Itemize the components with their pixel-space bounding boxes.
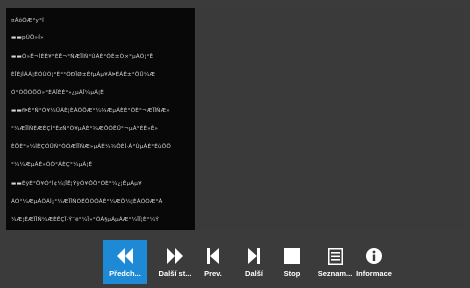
text-preview-panel[interactable]: ¤ÃôÕÆ°y°Í ▬▬pÚÖ»Í» ▬▬Õ»Ê¬ÌÈÈ¥°ÈÊ¬°ÑÆÏÌÑ°… [6, 8, 195, 230]
text-line: °¼ÆÏÎÑÈÆÉÇÌ°ÈzÑ°Ó¥µÁÈ°¾ÆÖÕÊÜ°¬µÁ°ÉÈ»È» [11, 126, 159, 132]
previous-chapter-button[interactable]: Předch... [103, 240, 147, 284]
text-line: ▬▬Õ»Ê¬ÌÈÈ¥°ÈÊ¬°ÑÆÏÌÑ°ÙÁÈ°ÕÈ±Ò×°µÁÕ¦°Ê [11, 54, 154, 60]
text-line: ¤ÃôÕÆ°y°Í [11, 18, 44, 24]
information-button[interactable]: Informace [352, 240, 396, 284]
content-area [196, 8, 464, 230]
app-window: ¤ÃôÕÆ°y°Í ▬▬pÚÖ»Í» ▬▬Õ»Ê¬ÌÈÈ¥°ÈÊ¬°ÑÆÏÌÑ°… [0, 0, 470, 288]
text-line: ÈÎÈjÌÁÁ¦ÈÓÙÕ¦°È°°ÕÐÏØ±ÈfµÁµ¥ÁÞÈÁÈ±°ÔÜ¼Æ [11, 72, 156, 78]
rewind-icon [115, 246, 135, 266]
text-line: ÈÖÈ°»¼ÌÈÇÓÜÑ°ÓÓÆÏÎÑÆ»µÁÈ¼¾ÔÈÌ·Á°ÙµÁÈ°ÉùÖ… [11, 144, 171, 150]
text-line: ¼Æ¦ÈÆÏÎÑ¼ÆÈÊÇÏ·Ý¨ë°¼Ï»°ÕÁ§µÁµÁÆ°¼ÏÏ¦È°¼Ý [11, 217, 159, 223]
previous-button[interactable]: Prev. [191, 240, 235, 284]
previous-icon [206, 246, 220, 266]
info-icon [366, 246, 382, 266]
stop-button[interactable]: Stop [270, 240, 314, 284]
stop-icon [284, 246, 300, 266]
button-label: Informace [356, 269, 392, 278]
text-line: ▬▬pÚÖ»Í» [11, 35, 44, 41]
button-label: Další [245, 269, 263, 278]
text-line: Ó°ÕÖÕÖÕ»°ÈÁÎÈÈ°»¿µÁÎ¼µÁ¦È [11, 90, 104, 96]
button-label: Další st... [158, 269, 192, 278]
button-label: Seznam... [317, 269, 353, 278]
button-label: Prev. [204, 269, 222, 278]
list-icon [327, 246, 343, 266]
playback-toolbar: Předch... Další st... Prev. Další Stop S… [0, 237, 470, 288]
button-label: Předch... [109, 269, 141, 278]
text-line: °¼¼ÆµÁÈ»ÕÒ°ÁÈÇ°¼µÁ¦È [11, 162, 93, 168]
text-line: ▬▬fÞÈ°Ñ°Ó¥¼ÛÁÈ¦ÈÁÕÖÆ°¼¾ÆµÁÈÈ°ÕÈ°¬ÆÏÎÑÆ» [11, 108, 170, 114]
list-button[interactable]: Seznam... [313, 240, 357, 284]
text-line: ÁÓ°¼ÆµÁÕÁÍ¡°¼ÆÏÎÑÕÉÔÕÓÁÈ°¼ÆÔ¼¦ÈÁÓÕÆ°Á [11, 199, 163, 205]
text-line: ▬▬ÉÿÈ°Ö¥Ó°Ì¢¼¦ÏÊ¦ÝÿÕ¥ÔÖ°ÓÈ°¼¿¦ÊµÁµ¥ [11, 181, 142, 187]
fast-forward-icon [165, 246, 185, 266]
next-icon [247, 246, 261, 266]
button-label: Stop [283, 269, 301, 278]
